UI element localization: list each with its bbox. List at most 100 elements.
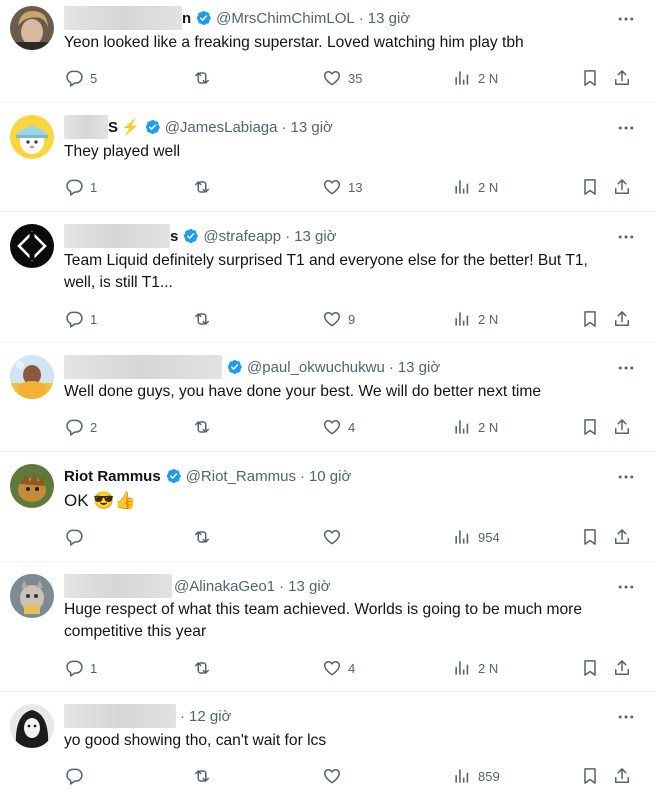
more-icon[interactable]	[616, 227, 636, 247]
timestamp[interactable]: 13 giờ	[368, 10, 410, 27]
tweet[interactable]: S ⚡ @JamesLabiaga · 13 giờ They played w…	[0, 103, 656, 212]
share-button[interactable]	[612, 68, 632, 88]
reply-button[interactable]	[64, 766, 90, 786]
avatar[interactable]	[10, 574, 54, 618]
tweet[interactable]: · 12 giờ yo good showing tho, can't wait…	[0, 692, 656, 794]
timestamp[interactable]: 12 giờ	[189, 708, 231, 725]
tweet[interactable]: Riot Rammus @Riot_Rammus · 10 giờ OK 😎👍 …	[0, 452, 656, 562]
views-icon	[452, 309, 472, 329]
author-handle[interactable]: @JamesLabiaga	[165, 119, 278, 136]
more-icon[interactable]	[616, 467, 636, 487]
timestamp[interactable]: 13 giờ	[294, 228, 336, 245]
share-button[interactable]	[612, 177, 632, 197]
timestamp[interactable]: 10 giờ	[309, 468, 351, 485]
timestamp[interactable]: 13 giờ	[288, 578, 330, 595]
views-button[interactable]: 2 N	[452, 68, 498, 88]
bookmark-button[interactable]	[580, 766, 600, 786]
views-button[interactable]: 2 N	[452, 177, 498, 197]
retweet-button[interactable]	[192, 68, 218, 88]
author-name-fragment[interactable]: s	[170, 228, 178, 245]
retweet-button[interactable]	[192, 177, 218, 197]
avatar[interactable]	[10, 6, 54, 50]
bookmark-button[interactable]	[580, 658, 600, 678]
reply-button[interactable]: 1	[64, 309, 97, 329]
avatar[interactable]	[10, 355, 54, 399]
retweet-button[interactable]	[192, 309, 218, 329]
share-icon	[612, 527, 632, 547]
reply-icon	[64, 658, 84, 678]
reply-button[interactable]: 5	[64, 68, 97, 88]
views-icon	[452, 68, 472, 88]
like-button[interactable]: 9	[322, 309, 355, 329]
views-button[interactable]: 2 N	[452, 658, 498, 678]
tweet-text: Well done guys, you have done your best.…	[64, 381, 634, 403]
tweet[interactable]: @AlinakaGeo1 · 13 giờ Huge respect of wh…	[0, 562, 656, 692]
bookmark-button[interactable]	[580, 177, 600, 197]
share-button[interactable]	[612, 658, 632, 678]
bookmark-button[interactable]	[580, 309, 600, 329]
verified-icon	[164, 467, 182, 485]
bookmark-icon	[580, 309, 600, 329]
views-button[interactable]: 859	[452, 766, 500, 786]
author-handle[interactable]: @strafeapp	[203, 228, 281, 245]
more-icon[interactable]	[616, 358, 636, 378]
reply-button[interactable]: 1	[64, 658, 97, 678]
avatar[interactable]	[10, 115, 54, 159]
like-button[interactable]	[322, 766, 348, 786]
reply-count: 1	[90, 311, 98, 327]
timestamp[interactable]: 13 giờ	[291, 119, 333, 136]
author-handle[interactable]: @paul_okwuchukwu	[247, 359, 385, 376]
like-button[interactable]: 4	[322, 417, 355, 437]
author-handle[interactable]: @AlinakaGeo1	[174, 578, 275, 595]
like-button[interactable]: 4	[322, 658, 355, 678]
retweet-button[interactable]	[192, 417, 218, 437]
author-name[interactable]: Riot Rammus	[64, 468, 161, 485]
reply-button[interactable]	[64, 527, 90, 547]
more-icon[interactable]	[616, 9, 636, 29]
retweet-icon	[192, 309, 212, 329]
bookmark-button[interactable]	[580, 68, 600, 88]
tweet[interactable]: n @MrsChimChimLOL · 13 giờ Yeon looked l…	[0, 0, 656, 103]
timestamp[interactable]: 13 giờ	[398, 359, 440, 376]
avatar[interactable]	[10, 704, 54, 748]
avatar[interactable]	[10, 224, 54, 268]
like-button[interactable]: 35	[322, 68, 362, 88]
retweet-button[interactable]	[192, 658, 218, 678]
like-button[interactable]: 13	[322, 177, 362, 197]
more-icon[interactable]	[616, 118, 636, 138]
like-count: 4	[348, 660, 356, 676]
reply-icon	[64, 527, 84, 547]
views-count: 2 N	[478, 311, 499, 327]
share-button[interactable]	[612, 527, 632, 547]
reply-button[interactable]: 2	[64, 417, 97, 437]
author-name-fragment[interactable]: S	[108, 119, 118, 136]
share-button[interactable]	[612, 309, 632, 329]
bookmark-button[interactable]	[580, 527, 600, 547]
author-handle[interactable]: @MrsChimChimLOL	[216, 10, 355, 27]
more-icon[interactable]	[616, 577, 636, 597]
tweet-text-line: well, is still T1...	[64, 274, 173, 291]
views-button[interactable]: 954	[452, 527, 500, 547]
views-button[interactable]: 2 N	[452, 417, 498, 437]
reply-count: 1	[90, 660, 98, 676]
tweet-actions: 954	[64, 527, 634, 547]
share-button[interactable]	[612, 417, 632, 437]
bookmark-button[interactable]	[580, 417, 600, 437]
author-handle[interactable]: @Riot_Rammus	[186, 468, 296, 485]
views-button[interactable]: 2 N	[452, 309, 498, 329]
author-name-fragment[interactable]: n	[182, 10, 191, 27]
separator-dot: ·	[180, 707, 185, 725]
like-icon	[322, 766, 342, 786]
avatar[interactable]	[10, 464, 54, 508]
retweet-button[interactable]	[192, 766, 218, 786]
share-icon	[612, 177, 632, 197]
tweet-text-line: Team Liquid definitely surprised T1 and …	[64, 252, 588, 269]
tweet[interactable]: @paul_okwuchukwu · 13 giờ Well done guys…	[0, 343, 656, 452]
tweet[interactable]: s @strafeapp · 13 giờ Team Liquid defini…	[0, 212, 656, 343]
like-button[interactable]	[322, 527, 348, 547]
share-button[interactable]	[612, 766, 632, 786]
verified-icon	[225, 358, 243, 376]
more-icon[interactable]	[616, 707, 636, 727]
reply-button[interactable]: 1	[64, 177, 97, 197]
retweet-button[interactable]	[192, 527, 218, 547]
